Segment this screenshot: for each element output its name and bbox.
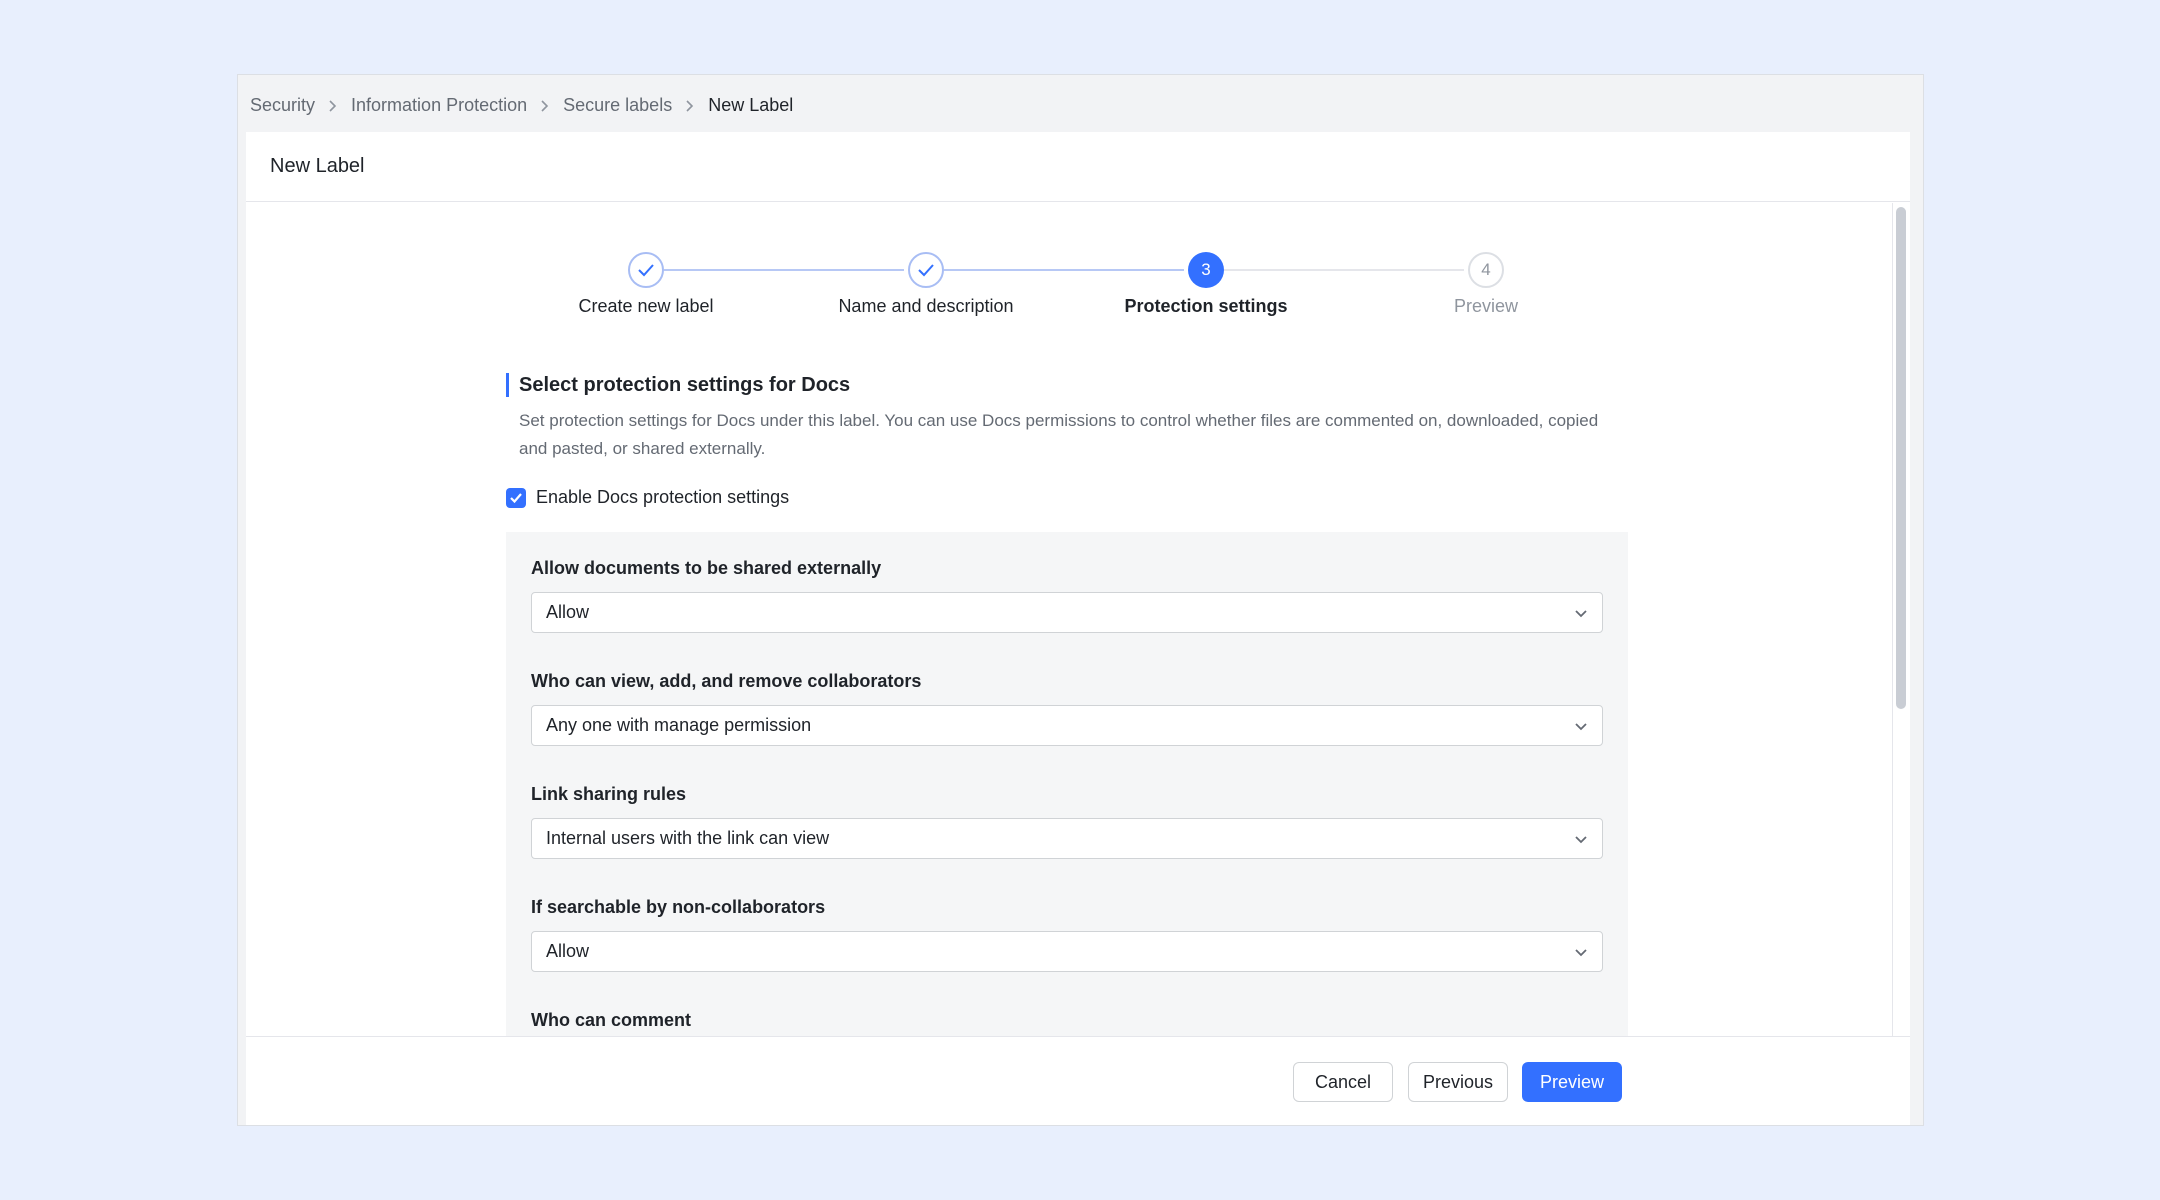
breadcrumb-item-secure-labels[interactable]: Secure labels bbox=[563, 95, 672, 116]
step-1-check-icon bbox=[628, 252, 664, 288]
field-label-who-can-comment: Who can comment bbox=[531, 1010, 692, 1030]
chevron-down-icon bbox=[1574, 715, 1588, 736]
step-4-number: 4 bbox=[1468, 252, 1504, 288]
step-label-create-new-label: Create new label bbox=[578, 296, 714, 316]
step-3-number: 3 bbox=[1188, 252, 1224, 288]
enable-docs-protection-label[interactable]: Enable Docs protection settings bbox=[536, 487, 789, 508]
scrollbar[interactable] bbox=[1892, 203, 1910, 1036]
field-label-searchable: If searchable by non-collaborators bbox=[531, 897, 826, 917]
chevron-right-icon bbox=[684, 99, 696, 113]
step-label-protection-settings: Protection settings bbox=[1124, 296, 1288, 316]
link-sharing-select[interactable]: Internal users with the link can view bbox=[531, 818, 1603, 859]
settings-box: Allow documents to be shared externally … bbox=[506, 532, 1628, 1036]
step-2-check-icon bbox=[908, 252, 944, 288]
breadcrumb: Security Information Protection Secure l… bbox=[250, 95, 793, 116]
enable-docs-protection-row[interactable]: Enable Docs protection settings bbox=[506, 487, 1628, 508]
select-value: Any one with manage permission bbox=[546, 715, 812, 735]
step-connector bbox=[1224, 269, 1464, 271]
breadcrumb-item-new-label: New Label bbox=[708, 95, 794, 115]
protection-settings-section: Select protection settings for Docs Set … bbox=[506, 373, 1628, 1036]
preview-button[interactable]: Preview bbox=[1522, 1062, 1622, 1102]
select-value: Allow bbox=[546, 602, 590, 622]
chevron-down-icon bbox=[1574, 602, 1588, 623]
step-label-name-and-description: Name and description bbox=[838, 296, 1014, 316]
searchable-select[interactable]: Allow bbox=[531, 931, 1603, 972]
step-label-preview: Preview bbox=[1453, 296, 1519, 316]
share-externally-select[interactable]: Allow bbox=[531, 592, 1603, 633]
chevron-down-icon bbox=[1574, 828, 1588, 849]
scrollbar-thumb[interactable] bbox=[1896, 207, 1906, 709]
field-label-collaborators: Who can view, add, and remove collaborat… bbox=[531, 671, 922, 691]
chevron-right-icon bbox=[539, 99, 551, 113]
app-window: Security Information Protection Secure l… bbox=[237, 74, 1924, 1126]
page-title: New Label bbox=[246, 132, 1910, 202]
enable-docs-protection-checkbox[interactable] bbox=[506, 487, 526, 508]
footer-actions: Cancel Previous Preview bbox=[246, 1036, 1910, 1125]
field-label-share-externally: Allow documents to be shared externally bbox=[531, 558, 882, 578]
step-connector bbox=[944, 269, 1184, 271]
step-connector bbox=[664, 269, 904, 271]
collaborators-select[interactable]: Any one with manage permission bbox=[531, 705, 1603, 746]
section-description: Set protection settings for Docs under t… bbox=[519, 411, 1599, 458]
select-value: Internal users with the link can view bbox=[546, 828, 830, 848]
stepper: Create new label Name and description 3 … bbox=[246, 203, 1910, 353]
breadcrumb-item-information-protection[interactable]: Information Protection bbox=[351, 95, 527, 116]
cancel-button[interactable]: Cancel bbox=[1293, 1062, 1393, 1102]
chevron-down-icon bbox=[1574, 941, 1588, 962]
section-title: Select protection settings for Docs bbox=[506, 373, 1628, 397]
chevron-right-icon bbox=[327, 99, 339, 113]
select-value: Allow bbox=[546, 941, 590, 961]
previous-button[interactable]: Previous bbox=[1408, 1062, 1508, 1102]
field-label-link-sharing: Link sharing rules bbox=[531, 784, 687, 804]
scroll-area[interactable]: Create new label Name and description 3 … bbox=[246, 203, 1910, 1036]
main-panel: New Label Create new label Name and desc… bbox=[246, 132, 1910, 1125]
breadcrumb-item-security[interactable]: Security bbox=[250, 95, 315, 116]
